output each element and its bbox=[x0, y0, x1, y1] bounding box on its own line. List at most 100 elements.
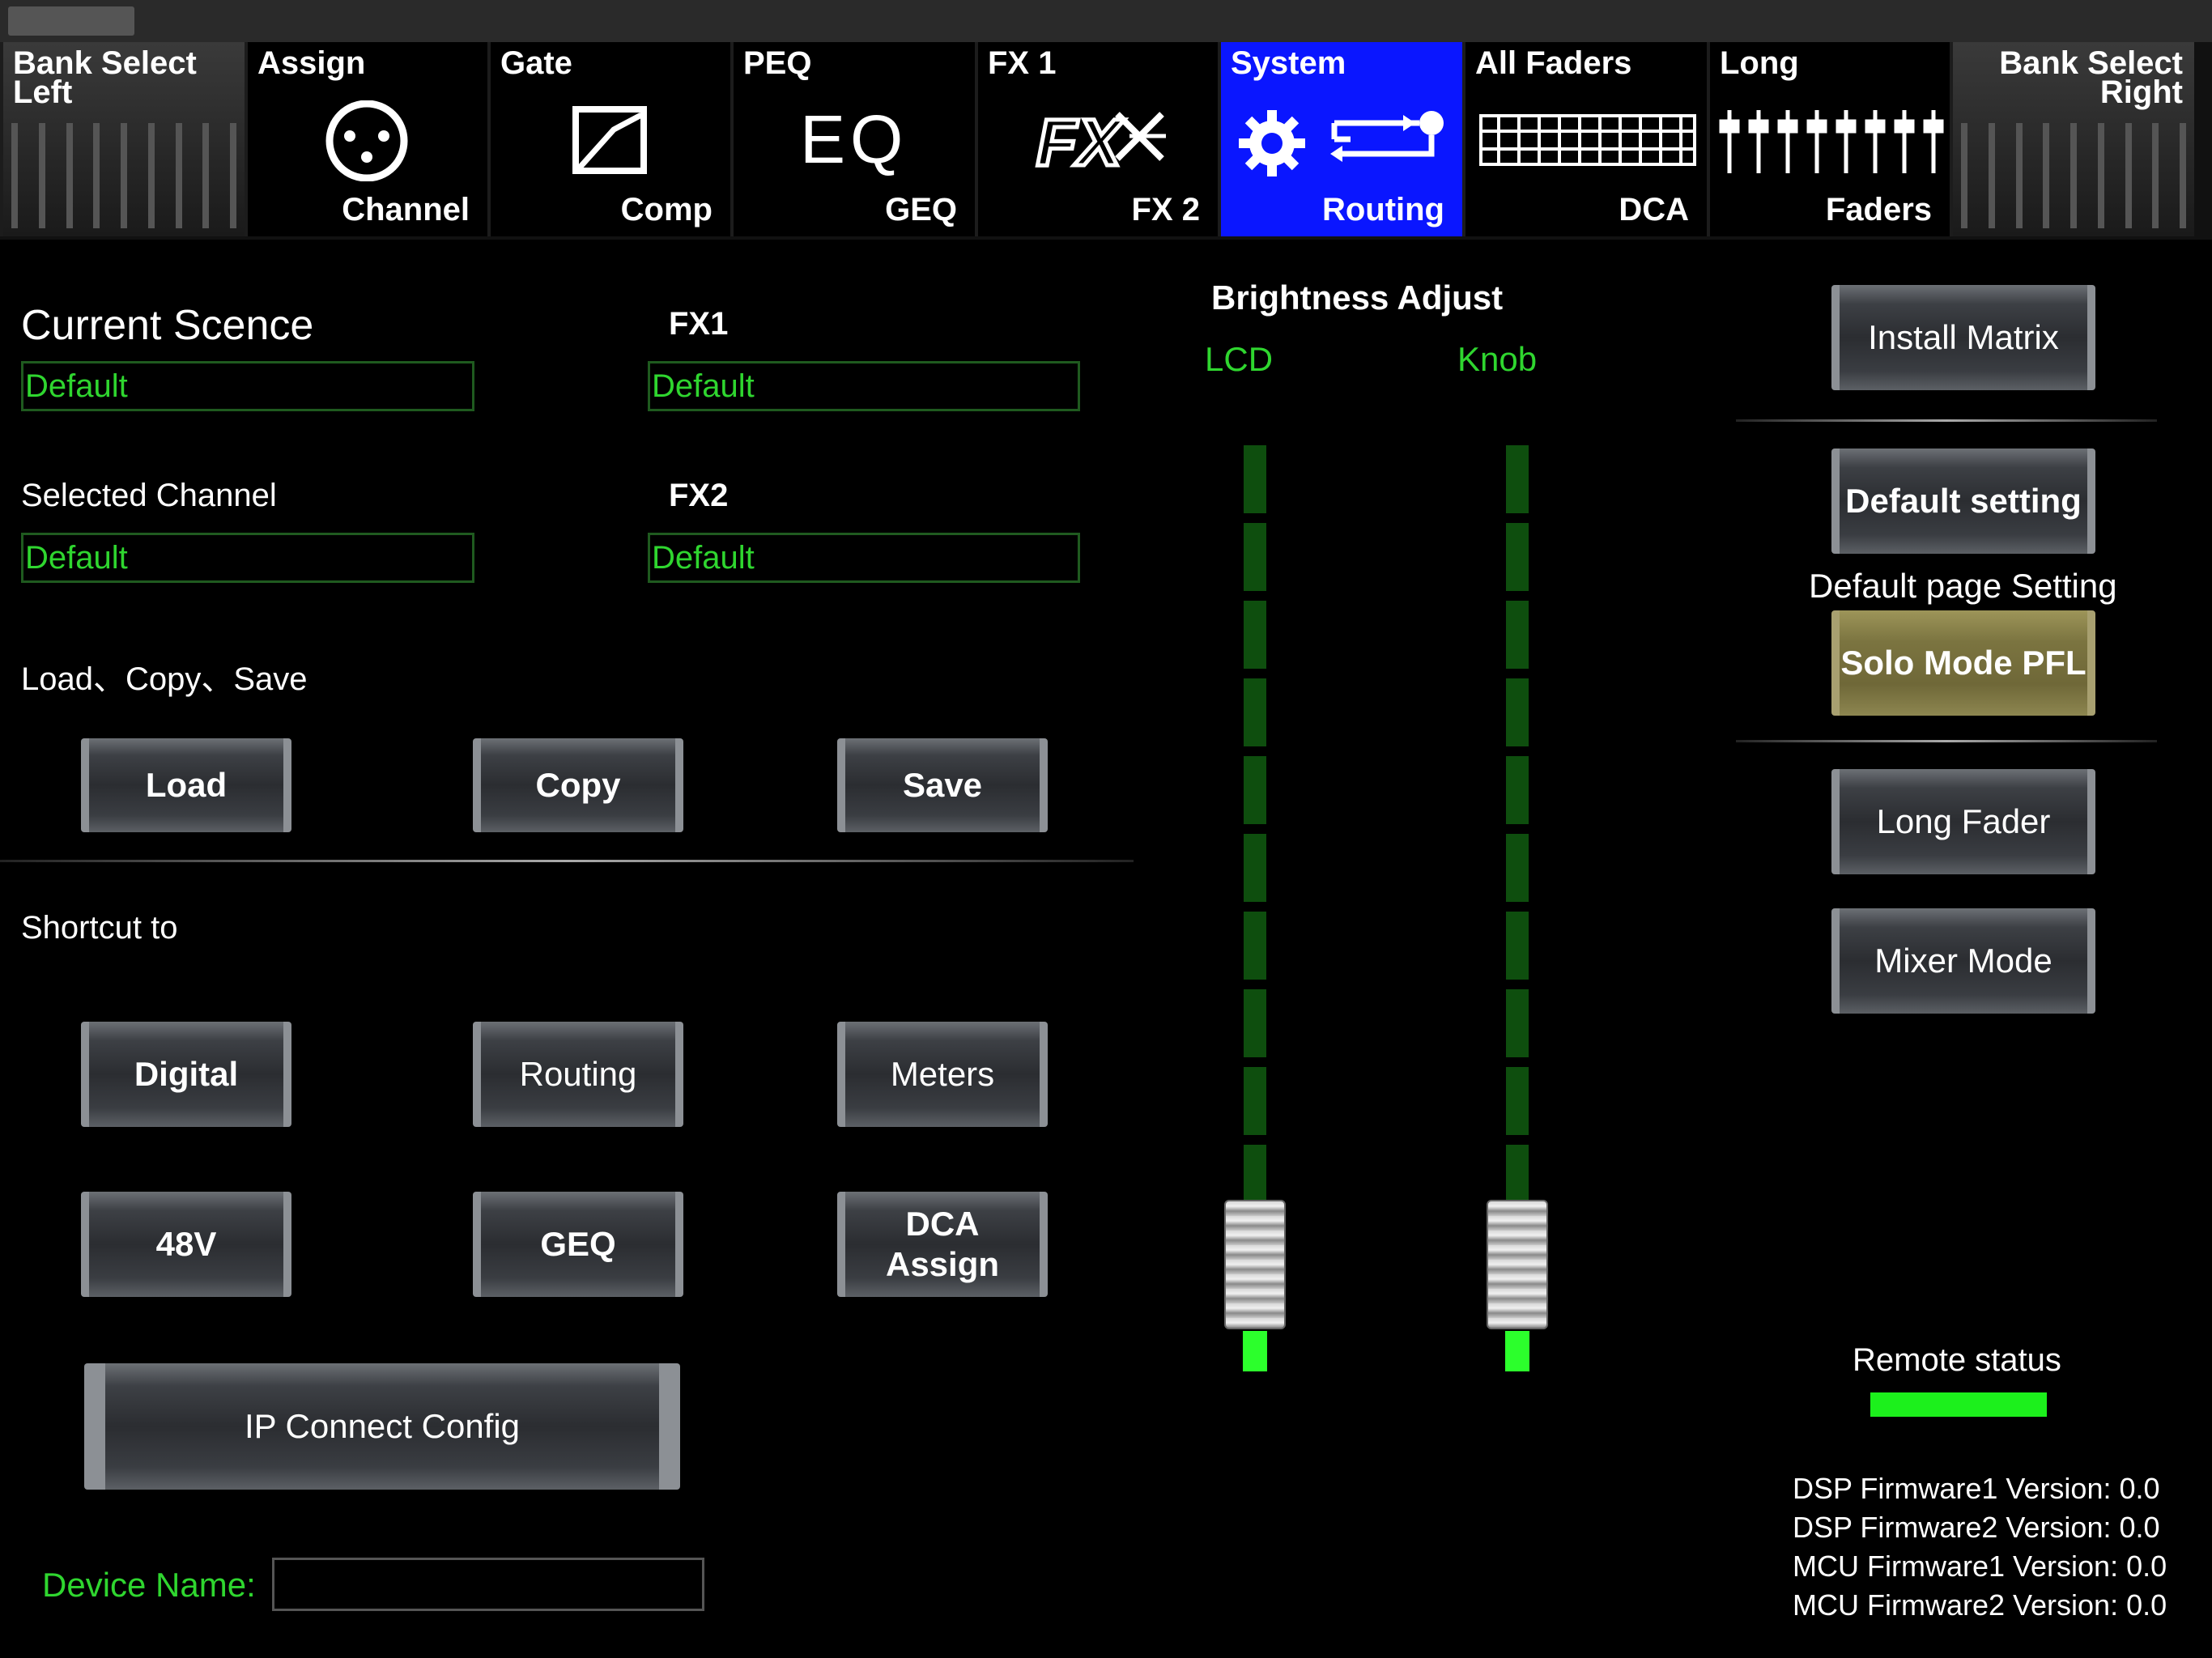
compressor-curve-icon bbox=[572, 106, 647, 174]
tab-top-label: All Faders bbox=[1475, 45, 1632, 81]
tab-top-label: System bbox=[1231, 45, 1346, 81]
load-button[interactable]: Load bbox=[81, 738, 291, 832]
right-divider-1 bbox=[1736, 419, 2157, 422]
brightness-segment bbox=[1506, 523, 1529, 591]
brightness-segment bbox=[1244, 989, 1266, 1057]
ip-connect-config-button[interactable]: IP Connect Config bbox=[84, 1363, 680, 1490]
tab-bottom-label: Routing bbox=[1321, 192, 1444, 227]
install-matrix-button[interactable]: Install Matrix bbox=[1831, 285, 2095, 390]
tab-bank-select-right[interactable]: Bank Select Right bbox=[1950, 42, 2194, 236]
tab-bank-select-left[interactable]: Bank Select Left bbox=[0, 42, 245, 236]
dca-grid-icon bbox=[1479, 114, 1696, 166]
firmware-line: DSP Firmware2 Version: 0.0 bbox=[1793, 1511, 2160, 1544]
lcd-fader-handle[interactable] bbox=[1224, 1200, 1286, 1329]
geq-shortcut-button[interactable]: GEQ bbox=[473, 1192, 683, 1297]
tab-top-label: Bank Select Left bbox=[13, 45, 197, 110]
lcd-level-indicator bbox=[1243, 1331, 1267, 1371]
tab-top-label: PEQ bbox=[743, 45, 812, 81]
load-copy-save-label: Load、Copy、Save bbox=[21, 661, 308, 697]
48v-shortcut-button[interactable]: 48V bbox=[81, 1192, 291, 1297]
fx-logo-text: FX bbox=[1035, 104, 1124, 182]
knob-level-indicator bbox=[1505, 1331, 1529, 1371]
brightness-segment bbox=[1244, 678, 1266, 746]
brightness-segment bbox=[1244, 1067, 1266, 1135]
bank-fader-icon bbox=[1961, 123, 2186, 228]
tab-long-faders[interactable]: Long Faders bbox=[1707, 42, 1950, 236]
drag-handle[interactable] bbox=[8, 6, 134, 36]
selected-channel-label: Selected Channel bbox=[21, 478, 277, 513]
tab-all-faders-dca[interactable]: All Faders DCA bbox=[1462, 42, 1707, 236]
current-scene-field[interactable]: Default bbox=[21, 361, 474, 411]
knob-fader-handle[interactable] bbox=[1487, 1200, 1548, 1329]
save-button[interactable]: Save bbox=[837, 738, 1048, 832]
tab-top-label: Bank Select Right bbox=[1999, 45, 2183, 110]
tab-gate-comp[interactable]: Gate Comp bbox=[487, 42, 730, 236]
brightness-segment bbox=[1244, 756, 1266, 824]
xlr-connector-icon bbox=[325, 100, 408, 181]
tab-fx1-fx2[interactable]: FX 1 FX FX 2 bbox=[975, 42, 1218, 236]
tab-bottom-label: Comp bbox=[620, 192, 713, 227]
brightness-segment bbox=[1506, 445, 1529, 513]
default-page-setting-label: Default page Setting bbox=[1809, 567, 2117, 605]
brightness-segment bbox=[1506, 834, 1529, 902]
brightness-title: Brightness Adjust bbox=[1211, 278, 1504, 317]
tab-bottom-label: Faders bbox=[1825, 192, 1932, 227]
tab-top-label: Assign bbox=[257, 45, 366, 81]
tab-peq-geq[interactable]: PEQ EQ GEQ bbox=[730, 42, 975, 236]
brightness-segment bbox=[1506, 1067, 1529, 1135]
brightness-segment bbox=[1506, 601, 1529, 669]
gear-icon bbox=[1239, 110, 1305, 176]
tab-top-label: Gate bbox=[500, 45, 572, 81]
section-divider bbox=[0, 860, 1134, 862]
shortcut-label: Shortcut to bbox=[21, 910, 178, 946]
meters-shortcut-button[interactable]: Meters bbox=[837, 1022, 1048, 1127]
device-name-input[interactable] bbox=[272, 1558, 704, 1611]
fx1-label: FX1 bbox=[669, 306, 729, 342]
firmware-line: MCU Firmware2 Version: 0.0 bbox=[1793, 1588, 2167, 1622]
tab-bottom-label: Channel bbox=[342, 192, 470, 227]
tab-bar: Bank Select Left Assign Channel Gate Com… bbox=[0, 42, 2212, 240]
routing-shortcut-button[interactable]: Routing bbox=[473, 1022, 683, 1127]
brightness-segment bbox=[1244, 601, 1266, 669]
lcd-label: LCD bbox=[1205, 340, 1274, 378]
fx-cross-icon bbox=[1115, 112, 1166, 161]
brightness-segment bbox=[1506, 989, 1529, 1057]
selected-channel-field[interactable]: Default bbox=[21, 533, 474, 583]
brightness-segment bbox=[1506, 678, 1529, 746]
long-fader-button[interactable]: Long Fader bbox=[1831, 769, 2095, 874]
current-scene-label: Current Scence bbox=[21, 302, 314, 349]
fx2-label: FX2 bbox=[669, 478, 729, 513]
default-setting-button[interactable]: Default setting bbox=[1831, 449, 2095, 554]
tab-bottom-label: FX 2 bbox=[1131, 192, 1200, 227]
brightness-segment bbox=[1244, 523, 1266, 591]
brightness-segment bbox=[1244, 445, 1266, 513]
app-window: Bank Select Left Assign Channel Gate Com… bbox=[0, 0, 2212, 1658]
eq-text-icon: EQ bbox=[800, 101, 908, 177]
brightness-segment bbox=[1506, 756, 1529, 824]
knob-label: Knob bbox=[1457, 340, 1538, 378]
tab-top-label: FX 1 bbox=[988, 45, 1057, 81]
device-name-label: Device Name: bbox=[42, 1566, 256, 1604]
tab-system-routing[interactable]: System Routing bbox=[1218, 42, 1462, 236]
tab-assign-channel[interactable]: Assign Channel bbox=[245, 42, 487, 236]
brightness-segment bbox=[1244, 912, 1266, 980]
firmware-line: MCU Firmware1 Version: 0.0 bbox=[1793, 1550, 2167, 1583]
tab-bottom-label: DCA bbox=[1619, 192, 1689, 227]
status-strip bbox=[0, 0, 2212, 42]
right-divider-2 bbox=[1736, 740, 2157, 742]
dca-assign-shortcut-button[interactable]: DCA Assign bbox=[837, 1192, 1048, 1297]
fx-logo-icon: FX bbox=[1035, 104, 1166, 182]
firmware-line: DSP Firmware1 Version: 0.0 bbox=[1793, 1472, 2160, 1505]
fx2-field[interactable]: Default bbox=[648, 533, 1080, 583]
brightness-segment bbox=[1506, 912, 1529, 980]
digital-shortcut-button[interactable]: Digital bbox=[81, 1022, 291, 1127]
faders-icon bbox=[1719, 110, 1944, 173]
solo-mode-pfl-button[interactable]: Solo Mode PFL bbox=[1831, 610, 2095, 716]
brightness-segment bbox=[1244, 834, 1266, 902]
routing-arrows-icon bbox=[1330, 111, 1444, 162]
remote-status-label: Remote status bbox=[1853, 1342, 2061, 1378]
copy-button[interactable]: Copy bbox=[473, 738, 683, 832]
fx1-field[interactable]: Default bbox=[648, 361, 1080, 411]
tab-bottom-label: GEQ bbox=[885, 192, 957, 227]
mixer-mode-button[interactable]: Mixer Mode bbox=[1831, 908, 2095, 1014]
